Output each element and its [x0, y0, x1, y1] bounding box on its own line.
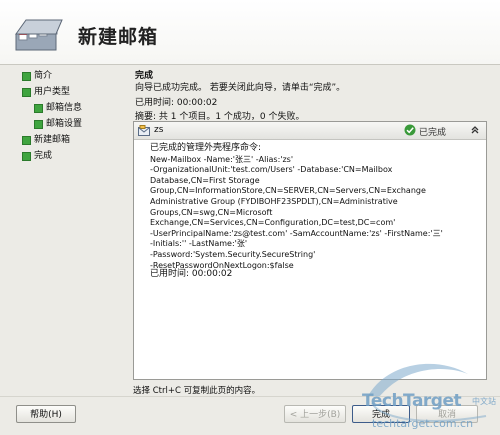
- check-circle-icon: [404, 124, 416, 136]
- step-complete-marker-icon: [22, 88, 31, 97]
- step-complete-marker-icon: [34, 104, 43, 113]
- nav-item-user-type[interactable]: 用户类型: [22, 84, 122, 100]
- command-output: 已完成的管理外壳程序命令: New-Mailbox -Name:'张三' -Al…: [150, 143, 482, 271]
- completion-description: 向导已成功完成。 若要关闭此向导，请单击“完成”。: [135, 83, 346, 93]
- step-complete-marker-icon: [22, 136, 31, 145]
- nav-item-completion[interactable]: 完成: [22, 148, 122, 164]
- command-line: Group,CN=InformationStore,CN=SERVER,CN=S…: [150, 186, 426, 196]
- nav-item-intro[interactable]: 简介: [22, 68, 122, 84]
- command-line: Groups,CN=swg,CN=Microsoft: [150, 207, 273, 217]
- command-line: -OrganizationalUnit:'test.com/Users' -Da…: [150, 165, 393, 175]
- result-item-header[interactable]: zs 已完成: [134, 122, 486, 140]
- nav-item-label: 简介: [34, 71, 53, 81]
- command-line: -UserPrincipalName:'zs@test.com' -SamAcc…: [150, 228, 443, 238]
- nav-item-label: 邮箱设置: [46, 119, 83, 129]
- command-line: Exchange,CN=Services,CN=Configuration,DC…: [150, 218, 396, 228]
- copy-hint: 选择 Ctrl+C 可复制此页的内容。: [133, 386, 261, 396]
- watermark-suffix: 中文站: [472, 397, 496, 406]
- elapsed-time: 已用时间: 00:00:02: [135, 98, 218, 108]
- watermark-url: techtarget.com.cn: [372, 417, 474, 430]
- result-panel: zs 已完成 已完成的管理外壳程序命令: New-Mailbox -Name:'…: [133, 121, 487, 380]
- nav-item-label: 新建邮箱: [34, 135, 71, 145]
- page-title: 新建邮箱: [78, 26, 159, 48]
- back-button[interactable]: < 上一步(B): [284, 405, 346, 423]
- mailbox-user-icon: [138, 125, 150, 136]
- result-status: 已完成: [419, 128, 447, 138]
- nav-item-label: 用户类型: [34, 87, 71, 97]
- wizard-header: 新建邮箱: [0, 0, 500, 65]
- wizard-steps-nav: 简介 用户类型 邮箱信息 邮箱设置 新建邮箱 完成: [22, 68, 122, 164]
- step-complete-marker-icon: [22, 152, 31, 161]
- result-item-name: zs: [154, 125, 164, 135]
- help-button[interactable]: 帮助(H): [16, 405, 76, 423]
- step-complete-marker-icon: [34, 120, 43, 129]
- command-line: Database,CN=First Storage: [150, 175, 260, 185]
- command-line: New-Mailbox -Name:'张三' -Alias:'zs': [150, 154, 294, 164]
- command-line: -Password:'System.Security.SecureString': [150, 249, 316, 259]
- nav-item-new-mailbox[interactable]: 新建邮箱: [22, 132, 122, 148]
- nav-item-label: 完成: [34, 151, 53, 161]
- nav-item-label: 邮箱信息: [46, 103, 83, 113]
- command-title: 已完成的管理外壳程序命令:: [150, 143, 262, 153]
- mailbox-stack-icon: [15, 19, 63, 51]
- collapse-chevron-icon[interactable]: [469, 124, 481, 136]
- command-line: -Initials:'' -LastName:'张': [150, 239, 248, 249]
- nav-item-mailbox-settings[interactable]: 邮箱设置: [22, 116, 122, 132]
- command-line: Administrative Group (FYDIBOHF23SPDLT),C…: [150, 196, 398, 206]
- result-elapsed-time: 已用时间: 00:00:02: [150, 269, 233, 279]
- watermark-brand: TechTarget: [362, 391, 462, 411]
- nav-item-mailbox-info[interactable]: 邮箱信息: [22, 100, 122, 116]
- step-complete-marker-icon: [22, 72, 31, 81]
